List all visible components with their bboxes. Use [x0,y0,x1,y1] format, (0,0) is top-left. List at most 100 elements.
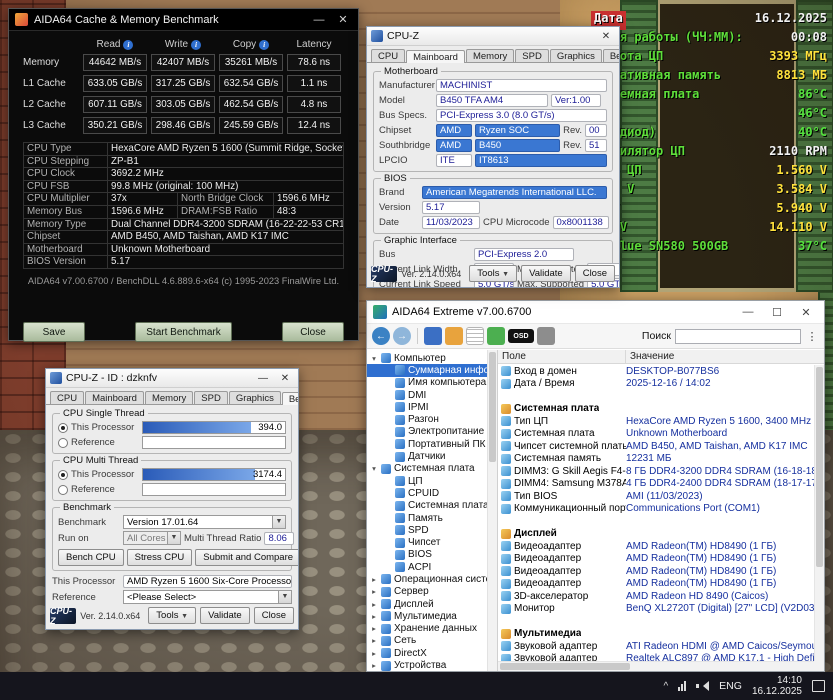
tree-item[interactable]: ▾ Системная плата [367,463,487,475]
tree-item[interactable]: Разгон [367,413,487,425]
bench-cpu-button[interactable]: Bench CPU [58,549,124,566]
tree-item[interactable]: CPUID [367,487,487,499]
close-icon[interactable]: ✕ [334,13,352,26]
maximize-icon[interactable]: ☐ [765,306,789,319]
report-row[interactable]: Дата / Время 2025-12-16 / 14:02 [498,378,814,391]
validate-button[interactable]: Validate [200,607,250,624]
report-row[interactable]: Видеоадаптер AMD Radeon(TM) HD8490 (1 ГБ) [498,578,814,591]
tree-item[interactable]: ACPI [367,561,487,573]
osd-icon[interactable]: OSD [508,329,534,343]
tab-spd[interactable]: SPD [515,49,549,62]
tab-bench[interactable]: Bench [281,392,298,405]
tree-item[interactable]: Электропитание [367,426,487,438]
camera-icon[interactable] [537,327,555,345]
report-row[interactable]: Видеоадаптер AMD Radeon(TM) HD8490 (1 ГБ) [498,553,814,566]
titlebar[interactable]: AIDA64 Extreme v7.00.6700 — ☐ ✕ [367,301,824,323]
close-icon[interactable]: ✕ [276,373,294,384]
summary-icon[interactable] [445,327,463,345]
more-options-icon[interactable]: ⋮ [805,330,819,343]
clock[interactable]: 14:10 16.12.2025 [752,675,802,697]
titlebar[interactable]: AIDA64 Cache & Memory Benchmark — ✕ [9,9,358,31]
tree-item[interactable]: ▸ Дисплей [367,598,487,610]
report-row[interactable]: Тип BIOS AMI (11/03/2023) [498,490,814,503]
tree-item[interactable]: Портативный ПК [367,438,487,450]
tree-item[interactable]: IPMI [367,401,487,413]
tools-button[interactable]: Tools ▼ [469,265,518,282]
tree-item[interactable]: BIOS [367,549,487,561]
save-button[interactable]: Save [23,322,85,342]
back-icon[interactable]: ← [372,327,390,345]
tree-item[interactable]: ▸ Операционная система [367,573,487,585]
this-processor-radio[interactable] [58,469,68,480]
info-icon[interactable]: i [259,39,270,50]
search-input[interactable] [675,328,801,344]
action-center-icon[interactable] [812,680,825,692]
tab-mainboard[interactable]: Mainboard [406,50,465,63]
report-row[interactable]: Системная плата Unknown Motherboard [498,428,814,441]
tree-item[interactable]: ▸ Устройства [367,659,487,671]
report-row[interactable]: Вход в домен DESKTOP-B077BS6 [498,365,814,378]
titlebar[interactable]: CPU-Z ✕ [367,27,619,46]
language-indicator[interactable]: ENG [719,680,742,692]
validate-button[interactable]: Validate [521,265,571,282]
report-row[interactable] [498,615,814,628]
close-icon[interactable]: ✕ [794,306,818,319]
chart-icon[interactable] [487,327,505,345]
tab-bench[interactable]: Bench [602,49,619,62]
tree-item[interactable]: Чипсет [367,536,487,548]
start-benchmark-button[interactable]: Start Benchmark [135,322,232,342]
report-icon[interactable] [466,327,484,345]
report-row[interactable]: Коммуникационный порт Communications Port… [498,503,814,516]
report-row[interactable]: Видеоадаптер AMD Radeon(TM) HD8490 (1 ГБ) [498,540,814,553]
tab-graphics[interactable]: Graphics [228,391,281,404]
scrollbar-thumb[interactable] [816,367,823,567]
info-icon[interactable]: i [123,39,134,50]
volume-icon[interactable] [696,680,710,692]
tree-item[interactable]: ▸ Хранение данных [367,623,487,635]
minimize-icon[interactable]: — [310,14,328,26]
tree-item[interactable]: ▸ Сеть [367,635,487,647]
reference-select[interactable]: <Please Select> ▼ [123,590,292,604]
computer-icon[interactable] [424,327,442,345]
tab-mainboard[interactable]: Mainboard [85,391,144,404]
report-row[interactable]: DIMM4: Samsung M378A5...4 ГБ DDR4-2400 D… [498,478,814,491]
report-row[interactable]: Звуковой адаптер Realtek ALC897 @ AMD K17… [498,653,814,661]
value-column-header[interactable]: Значение [626,350,824,363]
report-row[interactable]: Монитор BenQ XL2720T (Digital) [27" LCD] … [498,603,814,616]
report-row[interactable]: Звуковой адаптер ATI Radeon HDMI @ AMD Ca… [498,640,814,653]
stress-cpu-button[interactable]: Stress CPU [126,549,193,566]
report-row[interactable]: DIMM3: G Skill Aegis F4-320...8 ГБ DDR4-… [498,465,814,478]
titlebar[interactable]: CPU-Z - ID : dzknfv — ✕ [46,369,298,388]
tree-item[interactable]: ▸ DirectX [367,647,487,659]
taskbar[interactable]: ^ ENG 14:10 16.12.2025 [0,672,833,700]
report-vertical-scrollbar[interactable] [814,365,824,661]
report-row[interactable]: Системная плата [498,403,814,416]
field-column-header[interactable]: Поле [498,350,626,363]
report-row[interactable]: Мультимедиа [498,628,814,641]
tab-cpu[interactable]: CPU [371,49,406,62]
reference-radio[interactable] [58,484,68,495]
report-row[interactable]: Чипсет системной платы AMD B450, AMD Tais… [498,440,814,453]
tab-cpu[interactable]: CPU [50,391,85,404]
tree-item[interactable]: Системная плата [367,500,487,512]
tab-graphics[interactable]: Graphics [549,49,602,62]
tree-item[interactable]: ЦП [367,475,487,487]
network-icon[interactable] [678,681,687,691]
tab-memory[interactable]: Memory [144,391,194,404]
forward-icon[interactable]: → [393,327,411,345]
tools-button[interactable]: Tools ▼ [148,607,197,624]
submit-compare-button[interactable]: Submit and Compare [195,549,298,566]
tree-item[interactable]: SPD [367,524,487,536]
close-icon[interactable]: ✕ [597,31,615,42]
report-row[interactable]: Видеоадаптер AMD Radeon(TM) HD8490 (1 ГБ) [498,565,814,578]
benchmark-version-select[interactable]: Version 17.01.64 ▼ [123,515,286,529]
tree-item[interactable]: ▸ Мультимедиа [367,610,487,622]
tree-item[interactable]: Суммарная информация [367,364,487,377]
info-icon[interactable]: i [191,39,202,50]
report-row[interactable]: Системная память 12231 МБ [498,453,814,466]
report-row[interactable] [498,390,814,403]
minimize-icon[interactable]: — [254,373,272,384]
tab-spd[interactable]: SPD [194,391,228,404]
tree-item[interactable]: Память [367,512,487,524]
tree-item[interactable]: ▾ Компьютер [367,352,487,364]
